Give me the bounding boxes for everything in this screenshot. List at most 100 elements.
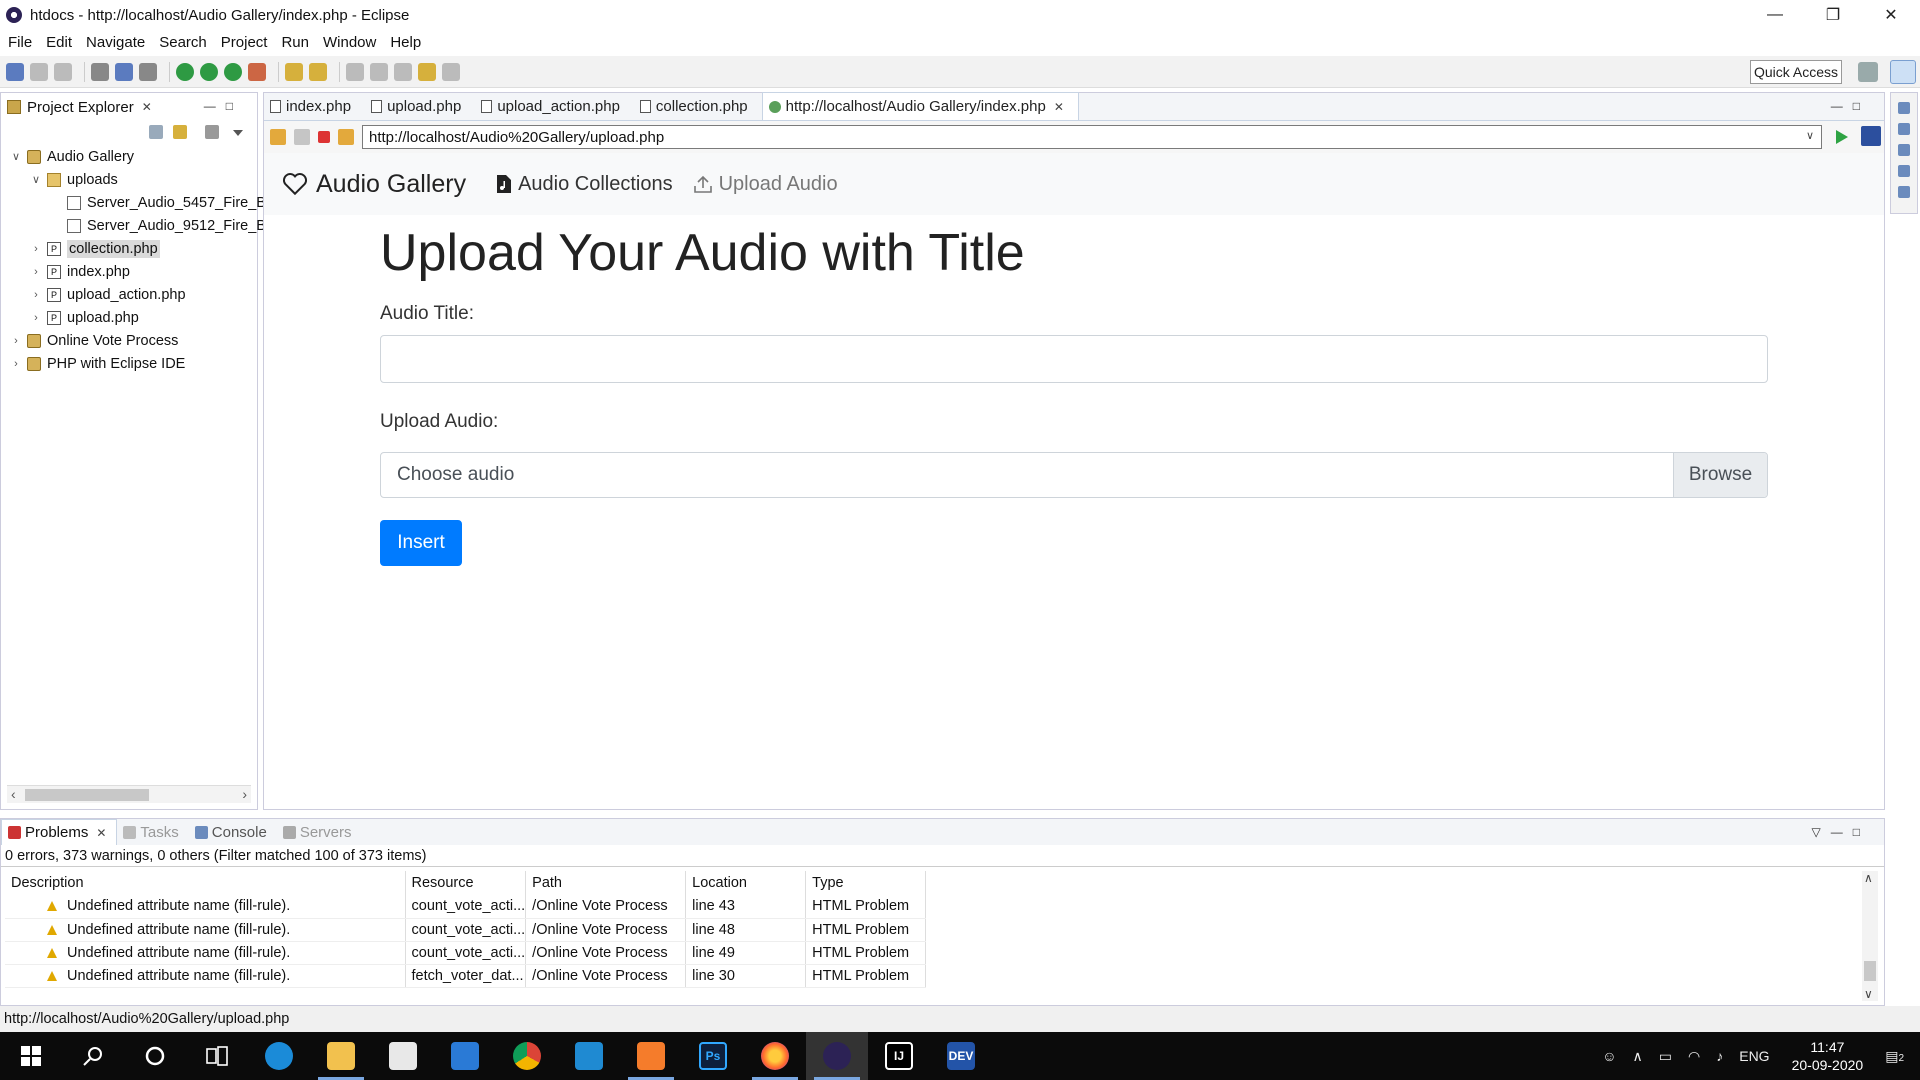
table-row[interactable]: Undefined attribute name (fill-rule). fe… <box>5 964 927 988</box>
cortana-button[interactable] <box>124 1032 186 1080</box>
minimize-button[interactable]: — <box>1746 0 1804 30</box>
refresh-icon[interactable] <box>338 129 354 145</box>
type-hierarchy-icon[interactable] <box>1898 123 1910 135</box>
run-external-icon[interactable] <box>224 62 242 81</box>
insert-button[interactable]: Insert <box>380 520 462 566</box>
snippets-icon[interactable] <box>1898 186 1910 198</box>
brand-link[interactable]: Audio Gallery <box>282 170 466 199</box>
close-icon[interactable]: ✕ <box>96 826 106 840</box>
taskbar-app-mail[interactable] <box>434 1032 496 1080</box>
scroll-down-icon[interactable]: ∨ <box>1864 987 1873 1001</box>
minimize-maximize-icon[interactable]: —□ <box>1831 99 1870 113</box>
language-indicator[interactable]: ENG <box>1739 1048 1769 1064</box>
filter-icon[interactable] <box>205 125 219 139</box>
scroll-up-icon[interactable]: ∧ <box>1864 871 1873 885</box>
tree-item-collection-php[interactable]: › P collection.php <box>29 237 160 260</box>
close-icon[interactable]: ✕ <box>142 100 152 114</box>
menu-navigate[interactable]: Navigate <box>86 34 145 51</box>
forward-arrow-icon[interactable] <box>294 129 310 145</box>
back-arrow-icon[interactable] <box>270 129 286 145</box>
outline-icon[interactable] <box>1898 102 1910 114</box>
close-window-button[interactable]: ✕ <box>1862 0 1920 30</box>
save-all-icon[interactable] <box>54 62 72 81</box>
column-type[interactable]: Type <box>805 871 927 895</box>
chevron-down-icon[interactable]: ∨ <box>29 173 43 186</box>
notifications-icon[interactable]: ▤2 <box>1885 1048 1904 1065</box>
tab-problems[interactable]: Problems ✕ <box>1 819 118 845</box>
restore-button[interactable]: ❐ <box>1804 0 1862 30</box>
menu-project[interactable]: Project <box>221 34 268 51</box>
taskbar-app-edge[interactable] <box>248 1032 310 1080</box>
tree-item-audio-gallery[interactable]: ∨ Audio Gallery <box>9 145 134 168</box>
table-row[interactable]: Undefined attribute name (fill-rule). co… <box>5 941 927 965</box>
explorer-horizontal-scrollbar[interactable]: ‹ › <box>7 785 251 803</box>
run-icon[interactable] <box>200 62 218 81</box>
taskbar-app-photoshop[interactable]: Ps <box>682 1032 744 1080</box>
new-icon[interactable] <box>6 62 24 81</box>
taskbar-app-xampp[interactable] <box>620 1032 682 1080</box>
menu-edit[interactable]: Edit <box>46 34 72 51</box>
external-tools-icon[interactable] <box>248 62 266 81</box>
tree-item-php-with-eclipse-ide[interactable]: › PHP with Eclipse IDE <box>9 352 185 375</box>
tab-console[interactable]: Console <box>189 819 277 845</box>
nav-audio-collections[interactable]: Audio Collections <box>496 173 673 196</box>
problems-vertical-scrollbar[interactable]: ∧ ∨ <box>1862 871 1878 1001</box>
minimize-maximize-icon[interactable]: —□ <box>204 99 243 113</box>
open-perspective-icon[interactable] <box>1858 62 1878 82</box>
chevron-right-icon[interactable]: › <box>9 358 23 370</box>
browse-button[interactable]: Browse <box>1673 453 1767 497</box>
menu-window[interactable]: Window <box>323 34 376 51</box>
menu-search[interactable]: Search <box>159 34 207 51</box>
open-folder-icon[interactable] <box>285 62 303 81</box>
people-icon[interactable]: ☺ <box>1602 1048 1616 1064</box>
next-annotation-icon[interactable] <box>346 62 364 81</box>
tree-item-audio-file-2[interactable]: Server_Audio_9512_Fire_B <box>49 214 266 237</box>
wifi-icon[interactable]: ◠ <box>1688 1048 1700 1065</box>
quick-access-field[interactable]: Quick Access <box>1750 60 1842 84</box>
tab-browser-index[interactable]: http://localhost/Audio Gallery/index.php… <box>761 92 1079 120</box>
templates-icon[interactable] <box>1898 165 1910 177</box>
view-menu-icon[interactable] <box>233 130 243 136</box>
forward-nav-icon[interactable] <box>442 62 460 81</box>
go-icon[interactable] <box>1836 130 1848 144</box>
taskbar-app-chrome[interactable] <box>496 1032 558 1080</box>
tab-upload-php[interactable]: upload.php <box>365 92 475 120</box>
php-functions-icon[interactable] <box>1898 144 1910 156</box>
chevron-down-icon[interactable]: ∨ <box>1806 129 1814 142</box>
tab-upload-action-php[interactable]: upload_action.php <box>475 92 634 120</box>
menu-file[interactable]: File <box>8 34 32 51</box>
search-button[interactable] <box>62 1032 124 1080</box>
taskbar-app-store[interactable] <box>372 1032 434 1080</box>
taskbar-app-intellij[interactable]: IJ <box>868 1032 930 1080</box>
start-button[interactable] <box>0 1032 62 1080</box>
tree-item-upload-action-php[interactable]: › P upload_action.php <box>29 283 185 306</box>
menu-run[interactable]: Run <box>281 34 309 51</box>
column-description[interactable]: Description <box>5 871 406 895</box>
taskbar-app-vscode[interactable] <box>558 1032 620 1080</box>
stop-icon[interactable] <box>318 131 330 143</box>
audio-file-input[interactable]: Choose audio Browse <box>380 452 1768 498</box>
taskbar-app-devcpp[interactable]: DEV <box>930 1032 992 1080</box>
table-row[interactable]: Undefined attribute name (fill-rule). co… <box>5 918 927 942</box>
chevron-right-icon[interactable]: › <box>29 243 43 255</box>
collapse-all-icon[interactable] <box>149 125 163 139</box>
debug-icon[interactable] <box>176 62 194 81</box>
link-with-editor-icon[interactable] <box>173 125 187 139</box>
minimize-maximize-icon[interactable]: ▽—□ <box>1812 825 1870 839</box>
terminal-icon[interactable] <box>115 62 133 81</box>
audio-title-input[interactable] <box>380 335 1768 383</box>
chevron-up-icon[interactable]: ∧ <box>1633 1048 1643 1065</box>
url-input[interactable] <box>362 125 1822 149</box>
tree-item-upload-php[interactable]: › P upload.php <box>29 306 139 329</box>
skip-breakpoints-icon[interactable] <box>139 62 157 81</box>
php-perspective-icon[interactable] <box>1890 60 1916 84</box>
close-icon[interactable]: ✕ <box>1054 100 1064 114</box>
task-view-button[interactable] <box>186 1032 248 1080</box>
last-edit-icon[interactable] <box>394 62 412 81</box>
battery-icon[interactable]: ▭ <box>1659 1048 1672 1065</box>
table-row[interactable]: Undefined attribute name (fill-rule). co… <box>5 895 927 919</box>
tree-item-audio-file-1[interactable]: Server_Audio_5457_Fire_B <box>49 191 266 214</box>
previous-annotation-icon[interactable] <box>370 62 388 81</box>
scrollbar-thumb[interactable] <box>1864 961 1876 981</box>
tab-servers[interactable]: Servers <box>277 819 362 845</box>
